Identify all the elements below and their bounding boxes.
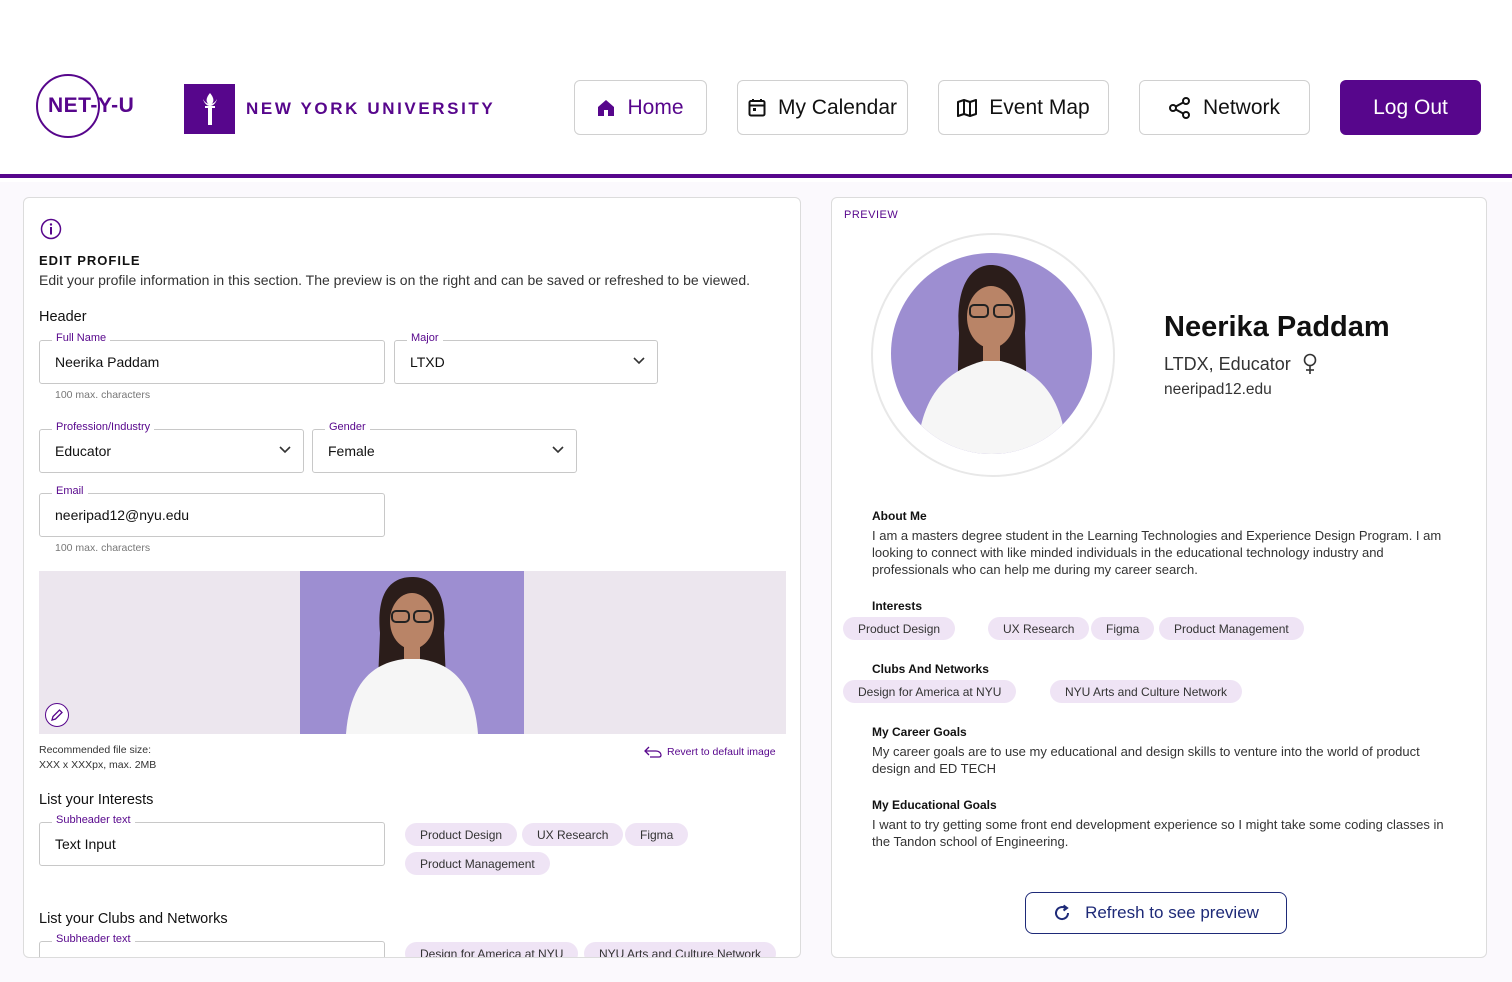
interests-input-value: Text Input	[55, 836, 116, 852]
about-me-text: I am a masters degree student in the Lea…	[872, 528, 1442, 577]
major-value: LTXD	[410, 354, 445, 370]
clubs-section-label: List your Clubs and Networks	[39, 911, 228, 927]
preview-interest-chip: Figma	[1091, 617, 1155, 640]
career-goals-heading: My Career Goals	[872, 725, 967, 739]
cover-image-area	[39, 571, 786, 734]
gender-label: Gender	[325, 421, 370, 433]
map-icon	[957, 98, 978, 117]
interests-heading: Interests	[872, 599, 923, 613]
about-me-heading: About Me	[872, 509, 927, 523]
profile-role-text: LTDX, Educator	[1164, 353, 1291, 374]
app-logo[interactable]: NET-Y-U	[48, 94, 134, 118]
edit-image-button[interactable]	[45, 703, 69, 727]
info-icon[interactable]	[40, 218, 62, 240]
revert-default-image-link[interactable]: Revert to default image	[644, 746, 776, 758]
full-name-field[interactable]: Full Name Neerika Paddam	[39, 332, 385, 384]
share-icon	[1168, 96, 1190, 119]
profile-email: neeripad12.edu	[1164, 381, 1272, 398]
undo-icon	[644, 746, 662, 758]
chevron-down-icon	[633, 357, 645, 365]
file-size-detail: XXX x XXXpx, max. 2MB	[39, 759, 157, 771]
revert-label: Revert to default image	[667, 746, 776, 758]
network-button[interactable]: Network	[1139, 80, 1310, 135]
profession-value: Educator	[55, 443, 112, 459]
calendar-icon	[748, 99, 766, 117]
refresh-icon	[1055, 904, 1070, 921]
edit-profile-panel: EDIT PROFILE Edit your profile informati…	[23, 197, 801, 958]
preview-panel: PREVIEW Neerika Paddam LTDX, Educator ne…	[831, 197, 1487, 958]
interest-chip[interactable]: UX Research	[522, 823, 624, 846]
profile-photo	[300, 571, 524, 734]
refresh-label: Refresh to see preview	[1085, 903, 1259, 922]
clubs-input-label: Subheader text	[52, 933, 135, 945]
email-field[interactable]: Email neeripad12@nyu.edu	[39, 485, 385, 537]
person-illustration	[346, 577, 478, 734]
home-icon	[598, 99, 615, 116]
educational-goals-heading: My Educational Goals	[872, 798, 997, 812]
event-map-button[interactable]: Event Map	[938, 80, 1109, 135]
preview-interest-chip: UX Research	[988, 617, 1090, 640]
preview-interest-chip: Product Design	[843, 617, 956, 640]
header-section-label: Header	[39, 309, 87, 325]
major-label: Major	[407, 332, 443, 344]
major-select[interactable]: Major LTXD	[394, 332, 658, 384]
clubs-input[interactable]: Subheader text	[39, 933, 385, 957]
chevron-down-icon	[552, 446, 564, 454]
gender-select[interactable]: Gender Female	[312, 421, 577, 473]
interest-chip[interactable]: Product Management	[405, 852, 550, 875]
interests-input-label: Subheader text	[52, 814, 135, 826]
file-size-note: Recommended file size:	[39, 744, 152, 756]
email-label: Email	[52, 485, 88, 497]
preview-interest-chip: Product Management	[1159, 617, 1304, 640]
club-chip[interactable]: Design for America at NYU	[405, 942, 579, 957]
university-name: NEW YORK UNIVERSITY	[246, 99, 496, 118]
home-button[interactable]: Home	[574, 80, 707, 135]
profession-select[interactable]: Profession/Industry Educator	[39, 421, 304, 473]
club-chip[interactable]: NYU Arts and Culture Network	[584, 942, 777, 957]
refresh-preview-button[interactable]: Refresh to see preview	[1025, 892, 1287, 934]
top-header: NET-Y-U NEW YORK UNIVERSITY Home My Cale…	[0, 0, 1512, 178]
network-label: Network	[1202, 95, 1281, 119]
email-helper: 100 max. characters	[55, 542, 151, 554]
educational-goals-text: I want to try getting some front end dev…	[872, 817, 1444, 849]
torch-icon	[202, 93, 217, 125]
person-illustration	[917, 265, 1067, 454]
profile-name: Neerika Paddam	[1164, 311, 1390, 343]
female-icon	[1303, 353, 1317, 374]
interests-input[interactable]: Subheader text Text Input	[39, 814, 385, 866]
chevron-down-icon	[279, 446, 291, 454]
edit-profile-description: Edit your profile information in this se…	[39, 272, 751, 288]
preview-club-chip: Design for America at NYU	[843, 680, 1017, 703]
my-calendar-button[interactable]: My Calendar	[737, 80, 908, 135]
email-value: neeripad12@nyu.edu	[55, 507, 190, 523]
home-label: Home	[627, 95, 684, 119]
edit-profile-title: EDIT PROFILE	[39, 253, 141, 268]
calendar-label: My Calendar	[777, 95, 898, 119]
pencil-icon	[51, 709, 63, 721]
interest-chip[interactable]: Figma	[625, 823, 689, 846]
profile-role: LTDX, Educator	[1164, 353, 1317, 375]
nyu-torch-logo	[184, 84, 235, 134]
preview-label: PREVIEW	[844, 209, 899, 221]
preview-club-chip: NYU Arts and Culture Network	[1050, 680, 1243, 703]
profession-label: Profession/Industry	[52, 421, 155, 433]
career-goals-text: My career goals are to use my educationa…	[872, 744, 1420, 776]
avatar	[891, 253, 1092, 454]
full-name-value: Neerika Paddam	[55, 354, 160, 370]
event-map-label: Event Map	[989, 95, 1090, 119]
clubs-heading: Clubs And Networks	[872, 662, 989, 676]
logout-button[interactable]: Log Out	[1340, 80, 1481, 135]
interest-chip[interactable]: Product Design	[405, 823, 518, 846]
gender-value: Female	[328, 443, 375, 459]
full-name-label: Full Name	[52, 332, 111, 344]
interests-section-label: List your Interests	[39, 792, 154, 808]
full-name-helper: 100 max. characters	[55, 389, 151, 401]
